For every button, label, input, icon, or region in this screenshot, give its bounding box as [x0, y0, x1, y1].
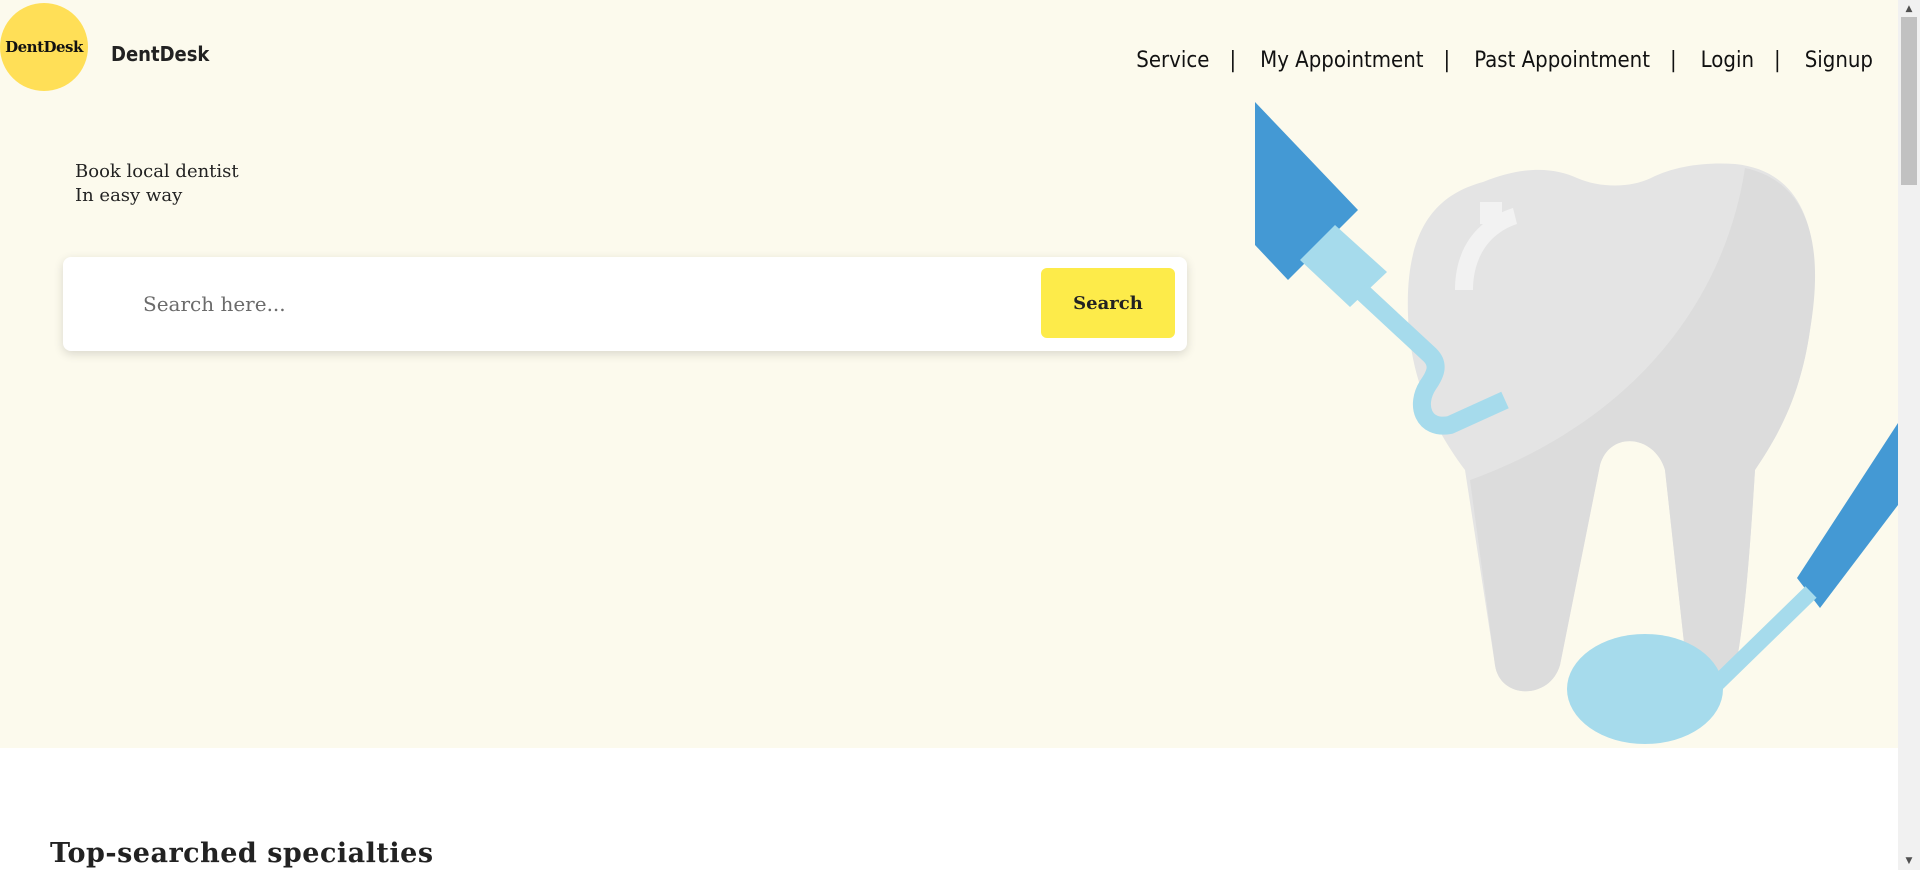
nav-separator: | — [1443, 48, 1451, 73]
nav-item-past-appointment[interactable]: Past Appointment — [1474, 46, 1650, 76]
tagline-line-2: In easy way — [75, 185, 183, 206]
scroll-down-icon[interactable]: ▼ — [1898, 854, 1920, 868]
section-title-specialties: Top-searched specialties — [50, 838, 434, 870]
nav-item-login[interactable]: Login — [1701, 46, 1754, 76]
tooth-sparkle — [1480, 202, 1502, 224]
search-bar: Search — [63, 257, 1187, 351]
search-input[interactable] — [143, 279, 1003, 329]
nav-item-service[interactable]: Service — [1136, 46, 1209, 76]
main-nav: Service | My Appointment | Past Appointm… — [1136, 46, 1873, 76]
mirror-handle — [1797, 423, 1898, 608]
tooth-illustration — [1255, 100, 1898, 748]
hero-tagline: Book local dentist In easy way — [75, 160, 239, 208]
page: DentDesk DentDesk Service | My Appointme… — [0, 0, 1898, 870]
tooth-with-tools-icon — [1255, 102, 1898, 744]
search-button[interactable]: Search — [1041, 268, 1175, 338]
logo-text: DentDesk — [5, 38, 83, 56]
scroll-thumb[interactable] — [1901, 17, 1917, 185]
nav-separator: | — [1669, 48, 1677, 73]
mirror-head — [1567, 634, 1723, 744]
tagline-line-1: Book local dentist — [75, 161, 239, 182]
nav-item-signup[interactable]: Signup — [1805, 46, 1873, 76]
vertical-scrollbar[interactable]: ▲ ▼ — [1898, 0, 1920, 870]
nav-separator: | — [1774, 48, 1781, 73]
hero-section: DentDesk DentDesk Service | My Appointme… — [0, 0, 1898, 748]
nav-separator: | — [1229, 48, 1237, 73]
scroll-up-icon[interactable]: ▲ — [1898, 2, 1920, 16]
brand-name[interactable]: DentDesk — [111, 40, 209, 68]
nav-item-my-appointment[interactable]: My Appointment — [1260, 46, 1423, 76]
logo[interactable]: DentDesk — [0, 3, 88, 91]
